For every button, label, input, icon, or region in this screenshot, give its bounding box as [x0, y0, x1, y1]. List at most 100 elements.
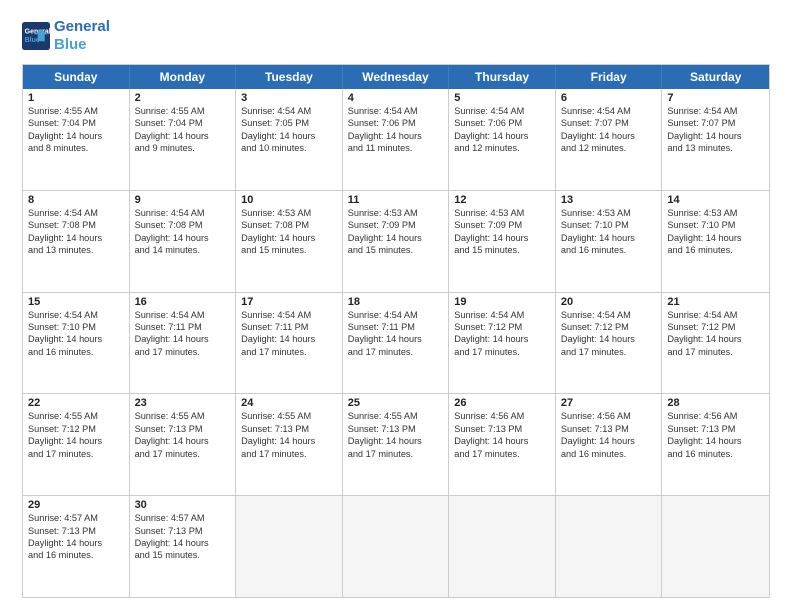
cal-cell-w5-d6	[556, 496, 663, 597]
cell-info-line: Sunrise: 4:55 AM	[135, 105, 231, 117]
header-wednesday: Wednesday	[343, 65, 450, 89]
cell-info-line: Sunset: 7:07 PM	[667, 117, 764, 129]
cell-info-line: and 16 minutes.	[561, 244, 657, 256]
day-number: 7	[667, 92, 764, 104]
cell-info-line: Daylight: 14 hours	[28, 333, 124, 345]
cell-info-line: Sunrise: 4:54 AM	[135, 207, 231, 219]
day-number: 8	[28, 194, 124, 206]
cell-info-line: Sunset: 7:13 PM	[667, 423, 764, 435]
cell-info-line: Sunset: 7:12 PM	[454, 321, 550, 333]
cell-info-line: Sunrise: 4:56 AM	[561, 410, 657, 422]
cell-info-line: Sunset: 7:10 PM	[667, 219, 764, 231]
day-number: 25	[348, 397, 444, 409]
cal-cell-w3-d7: 21Sunrise: 4:54 AMSunset: 7:12 PMDayligh…	[662, 293, 769, 394]
cal-cell-w5-d5	[449, 496, 556, 597]
header-thursday: Thursday	[449, 65, 556, 89]
header-tuesday: Tuesday	[236, 65, 343, 89]
cell-info-line: and 17 minutes.	[135, 346, 231, 358]
cal-cell-w4-d6: 27Sunrise: 4:56 AMSunset: 7:13 PMDayligh…	[556, 394, 663, 495]
day-number: 1	[28, 92, 124, 104]
day-number: 9	[135, 194, 231, 206]
cell-info-line: Sunset: 7:08 PM	[241, 219, 337, 231]
cal-cell-w2-d4: 11Sunrise: 4:53 AMSunset: 7:09 PMDayligh…	[343, 191, 450, 292]
page: General Blue GeneralBlue Sunday Monday T…	[0, 0, 792, 612]
cal-cell-w3-d2: 16Sunrise: 4:54 AMSunset: 7:11 PMDayligh…	[130, 293, 237, 394]
day-number: 11	[348, 194, 444, 206]
calendar-body: 1Sunrise: 4:55 AMSunset: 7:04 PMDaylight…	[23, 89, 769, 597]
cell-info-line: Sunset: 7:08 PM	[28, 219, 124, 231]
cell-info-line: Sunset: 7:12 PM	[667, 321, 764, 333]
day-number: 10	[241, 194, 337, 206]
day-number: 15	[28, 296, 124, 308]
cell-info-line: and 12 minutes.	[454, 142, 550, 154]
cell-info-line: Sunrise: 4:56 AM	[454, 410, 550, 422]
calendar-week-2: 8Sunrise: 4:54 AMSunset: 7:08 PMDaylight…	[23, 191, 769, 293]
cell-info-line: Sunrise: 4:54 AM	[241, 105, 337, 117]
cell-info-line: Sunrise: 4:54 AM	[454, 309, 550, 321]
day-number: 22	[28, 397, 124, 409]
cell-info-line: Sunrise: 4:54 AM	[561, 105, 657, 117]
cell-info-line: Sunrise: 4:54 AM	[28, 207, 124, 219]
cal-cell-w4-d4: 25Sunrise: 4:55 AMSunset: 7:13 PMDayligh…	[343, 394, 450, 495]
cell-info-line: Sunset: 7:08 PM	[135, 219, 231, 231]
calendar: Sunday Monday Tuesday Wednesday Thursday…	[22, 64, 770, 598]
day-number: 24	[241, 397, 337, 409]
cal-cell-w4-d5: 26Sunrise: 4:56 AMSunset: 7:13 PMDayligh…	[449, 394, 556, 495]
cell-info-line: Sunrise: 4:57 AM	[28, 512, 124, 524]
day-number: 6	[561, 92, 657, 104]
cell-info-line: Daylight: 14 hours	[241, 232, 337, 244]
cell-info-line: Daylight: 14 hours	[135, 130, 231, 142]
cal-cell-w1-d3: 3Sunrise: 4:54 AMSunset: 7:05 PMDaylight…	[236, 89, 343, 190]
cell-info-line: Daylight: 14 hours	[561, 435, 657, 447]
cell-info-line: and 15 minutes.	[348, 244, 444, 256]
cell-info-line: Sunrise: 4:54 AM	[348, 105, 444, 117]
cal-cell-w1-d7: 7Sunrise: 4:54 AMSunset: 7:07 PMDaylight…	[662, 89, 769, 190]
cell-info-line: Daylight: 14 hours	[135, 435, 231, 447]
day-number: 19	[454, 296, 550, 308]
logo-icon: General Blue	[22, 22, 50, 50]
cell-info-line: and 8 minutes.	[28, 142, 124, 154]
cell-info-line: and 15 minutes.	[241, 244, 337, 256]
cell-info-line: Sunset: 7:10 PM	[28, 321, 124, 333]
cal-cell-w1-d4: 4Sunrise: 4:54 AMSunset: 7:06 PMDaylight…	[343, 89, 450, 190]
cell-info-line: Sunrise: 4:54 AM	[28, 309, 124, 321]
cal-cell-w4-d3: 24Sunrise: 4:55 AMSunset: 7:13 PMDayligh…	[236, 394, 343, 495]
header-friday: Friday	[556, 65, 663, 89]
header-saturday: Saturday	[662, 65, 769, 89]
cell-info-line: Sunset: 7:13 PM	[135, 525, 231, 537]
cell-info-line: Sunset: 7:09 PM	[348, 219, 444, 231]
cal-cell-w4-d2: 23Sunrise: 4:55 AMSunset: 7:13 PMDayligh…	[130, 394, 237, 495]
cal-cell-w3-d5: 19Sunrise: 4:54 AMSunset: 7:12 PMDayligh…	[449, 293, 556, 394]
cell-info-line: Daylight: 14 hours	[241, 333, 337, 345]
day-number: 3	[241, 92, 337, 104]
svg-text:Blue: Blue	[25, 37, 40, 44]
cell-info-line: Sunrise: 4:53 AM	[561, 207, 657, 219]
cell-info-line: and 17 minutes.	[667, 346, 764, 358]
cell-info-line: and 17 minutes.	[241, 346, 337, 358]
cal-cell-w1-d1: 1Sunrise: 4:55 AMSunset: 7:04 PMDaylight…	[23, 89, 130, 190]
calendar-week-4: 22Sunrise: 4:55 AMSunset: 7:12 PMDayligh…	[23, 394, 769, 496]
day-number: 16	[135, 296, 231, 308]
cal-cell-w5-d1: 29Sunrise: 4:57 AMSunset: 7:13 PMDayligh…	[23, 496, 130, 597]
day-number: 20	[561, 296, 657, 308]
cell-info-line: Daylight: 14 hours	[454, 333, 550, 345]
header-monday: Monday	[130, 65, 237, 89]
cell-info-line: and 13 minutes.	[28, 244, 124, 256]
cell-info-line: and 9 minutes.	[135, 142, 231, 154]
cell-info-line: Sunset: 7:04 PM	[28, 117, 124, 129]
cell-info-line: Sunset: 7:11 PM	[135, 321, 231, 333]
cell-info-line: and 12 minutes.	[561, 142, 657, 154]
cell-info-line: and 17 minutes.	[348, 448, 444, 460]
cell-info-line: Sunset: 7:13 PM	[561, 423, 657, 435]
cal-cell-w3-d4: 18Sunrise: 4:54 AMSunset: 7:11 PMDayligh…	[343, 293, 450, 394]
day-number: 27	[561, 397, 657, 409]
cell-info-line: Daylight: 14 hours	[454, 130, 550, 142]
cell-info-line: Sunrise: 4:53 AM	[348, 207, 444, 219]
cell-info-line: and 16 minutes.	[28, 346, 124, 358]
day-number: 17	[241, 296, 337, 308]
cal-cell-w4-d1: 22Sunrise: 4:55 AMSunset: 7:12 PMDayligh…	[23, 394, 130, 495]
calendar-week-1: 1Sunrise: 4:55 AMSunset: 7:04 PMDaylight…	[23, 89, 769, 191]
cell-info-line: Daylight: 14 hours	[28, 130, 124, 142]
cell-info-line: Sunset: 7:07 PM	[561, 117, 657, 129]
cell-info-line: Daylight: 14 hours	[348, 130, 444, 142]
